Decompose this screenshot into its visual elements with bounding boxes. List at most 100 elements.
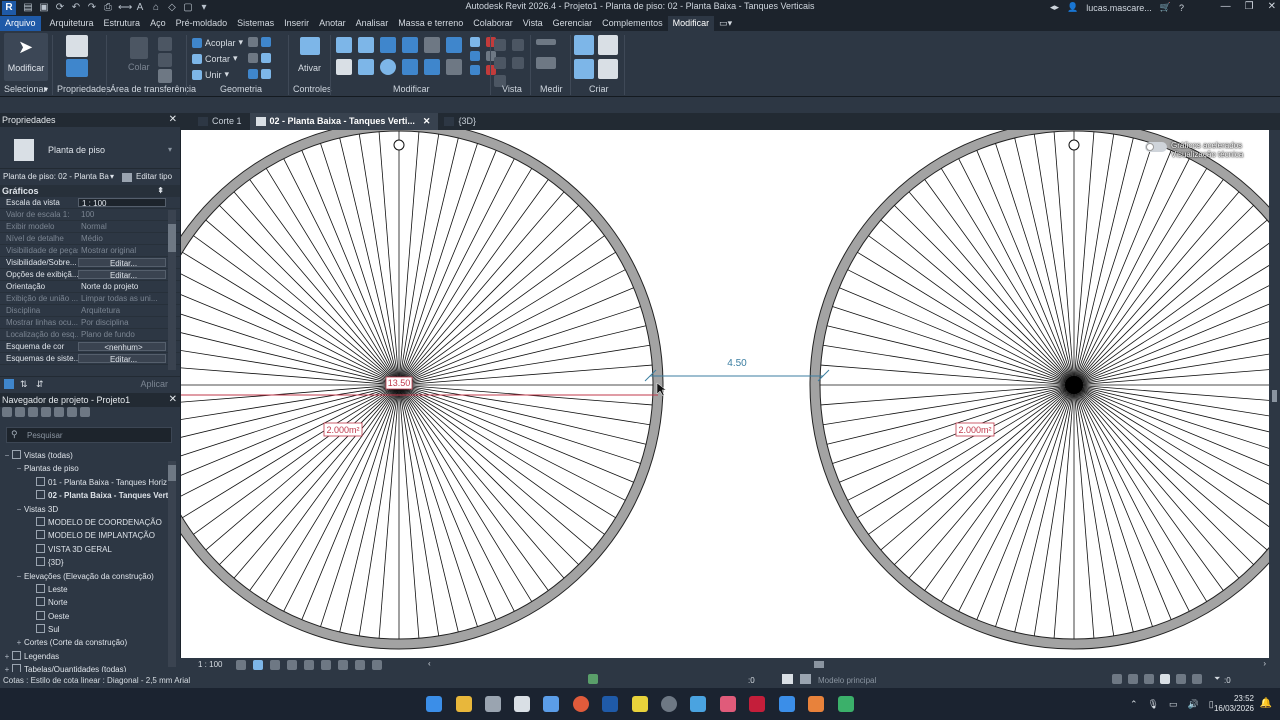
tree-item[interactable]: Oeste — [2, 610, 168, 623]
help-icon[interactable]: ? — [1179, 3, 1184, 13]
mirror-axis-icon[interactable] — [380, 37, 396, 53]
menu-item-12[interactable]: Gerenciar — [548, 16, 598, 31]
background-process-icon[interactable] — [1192, 674, 1202, 684]
menu-item-3[interactable]: Aço — [145, 16, 171, 31]
canvas-vertical-scrollbar[interactable] — [1269, 130, 1280, 658]
browser-family-icon[interactable] — [54, 407, 64, 417]
menu-item-9[interactable]: Massa e terreno — [393, 16, 468, 31]
browser-links-icon[interactable] — [80, 407, 90, 417]
expand-icon[interactable]: + — [2, 650, 12, 663]
tree-item[interactable]: + Legendas — [2, 650, 168, 663]
collapse-icon[interactable]: − — [14, 570, 24, 583]
menu-item-6[interactable]: Inserir — [279, 16, 314, 31]
browser-close-icon[interactable]: ✕ — [169, 393, 177, 407]
apply-button[interactable]: Aplicar — [140, 379, 168, 389]
search-input[interactable]: ⚲ Pesquisar — [6, 427, 172, 443]
tree-item[interactable]: + Cortes (Corte da construção) — [2, 636, 168, 649]
collapse-icon[interactable]: − — [14, 462, 24, 475]
user-name[interactable]: lucas.mascare... — [1086, 3, 1152, 13]
contextual-tab-dropdown-icon[interactable]: ▭▾ — [714, 16, 737, 31]
geometry-tools-1[interactable] — [248, 37, 271, 47]
vscode-icon[interactable] — [543, 696, 559, 712]
property-edit-button[interactable]: Editar... — [78, 270, 166, 279]
acrobat-icon[interactable] — [749, 696, 765, 712]
tank-right-vent-icon[interactable] — [1068, 139, 1080, 151]
tab-close-icon[interactable]: ✕ — [423, 113, 431, 130]
drag-elements-icon[interactable] — [1176, 674, 1186, 684]
explorer-icon[interactable] — [456, 696, 472, 712]
tree-item[interactable]: 02 - Planta Baixa - Tanques Verti — [2, 489, 171, 502]
network-icon[interactable]: ▭ — [1169, 699, 1178, 710]
create-group-icon[interactable] — [574, 59, 594, 79]
browser-view-icon[interactable] — [15, 407, 25, 417]
expand-icon[interactable]: + — [14, 636, 24, 649]
rotate-icon[interactable] — [380, 59, 396, 75]
pin-icon[interactable] — [446, 59, 462, 75]
active-model[interactable]: Modelo principal — [818, 676, 876, 685]
sketch-app-icon[interactable] — [779, 696, 795, 712]
start-icon[interactable] — [426, 696, 442, 712]
properties-close-icon[interactable]: ✕ — [169, 113, 177, 127]
visual-style-icon[interactable] — [253, 660, 263, 670]
cart-icon[interactable]: 🛒 — [1160, 2, 1171, 13]
scroll-left-icon[interactable]: ‹ — [428, 659, 431, 668]
geometry-tools-3[interactable] — [248, 69, 271, 79]
tree-item[interactable]: 01 - Planta Baixa - Tanques Horiz — [2, 476, 168, 489]
view-scale[interactable]: 1 : 100 — [198, 660, 222, 669]
area-label-left[interactable]: 2.000m² — [326, 425, 359, 435]
trim-icon[interactable] — [402, 59, 418, 75]
battery-icon[interactable]: ▯ — [1209, 699, 1214, 710]
menu-item-8[interactable]: Analisar — [351, 16, 394, 31]
tank-right[interactable] — [809, 130, 1269, 650]
filter-icon[interactable]: ⏷ — [1214, 674, 1220, 684]
paste-button[interactable]: Colar — [128, 37, 150, 72]
dimension-icon[interactable] — [536, 57, 556, 69]
copy-element-icon[interactable] — [358, 59, 374, 75]
view-tab-2[interactable]: {3D} — [438, 113, 484, 130]
split-icon[interactable] — [424, 37, 440, 53]
design-options-icon[interactable] — [782, 674, 793, 684]
match-properties[interactable] — [158, 69, 172, 83]
tree-item[interactable]: VISTA 3D GERAL — [2, 543, 168, 556]
selecionar-dropdown-icon[interactable]: ▾ — [44, 85, 48, 94]
create-similar-icon[interactable] — [598, 59, 618, 79]
browser-home-icon[interactable] — [2, 407, 12, 417]
ativar-button[interactable]: Ativar — [298, 37, 321, 73]
tree-item[interactable]: MODELO DE COORDENAÇÃO — [2, 516, 168, 529]
properties-scrollbar[interactable] — [168, 210, 176, 370]
collapse-icon[interactable]: − — [14, 503, 24, 516]
user-icon[interactable]: 👤 — [1067, 2, 1078, 13]
property-edit-button[interactable]: Editar... — [78, 354, 166, 363]
mirror-draw-icon[interactable] — [402, 37, 418, 53]
create-assembly-icon[interactable] — [574, 35, 594, 55]
modify-button[interactable]: ➤ Modificar — [4, 33, 48, 81]
crop-view-icon[interactable] — [304, 660, 314, 670]
hide-icon[interactable] — [494, 39, 506, 51]
tank-left[interactable] — [181, 130, 664, 650]
menu-item-11[interactable]: Vista — [518, 16, 548, 31]
canvas-scroll-thumb[interactable] — [1272, 390, 1277, 402]
sun-path-icon[interactable] — [270, 660, 280, 670]
view-tab-0[interactable]: Corte 1 — [192, 113, 250, 130]
tree-item[interactable]: Leste — [2, 583, 168, 596]
select-underlay-icon[interactable] — [1128, 674, 1138, 684]
music-icon[interactable] — [720, 696, 736, 712]
property-edit-button[interactable]: <nenhum> — [78, 342, 166, 351]
tree-item[interactable]: − Vistas (todas) — [2, 449, 168, 462]
revit-taskbar-icon[interactable] — [602, 696, 618, 712]
select-pinned-icon[interactable] — [1144, 674, 1154, 684]
tree-item[interactable]: − Elevações (Elevação da construção) — [2, 570, 168, 583]
selector-dropdown-icon[interactable]: ▾ — [110, 169, 114, 185]
browser-sheet-icon[interactable] — [28, 407, 38, 417]
override-icon[interactable] — [512, 39, 524, 51]
clock[interactable]: 23:52 16/03/2026 — [1214, 694, 1254, 714]
area-label-right[interactable]: 2.000m² — [958, 425, 991, 435]
instance-selector[interactable]: Planta de piso: 02 - Planta Ba — [3, 169, 109, 185]
menu-item-7[interactable]: Anotar — [314, 16, 351, 31]
canvas-horizontal-thumb[interactable] — [814, 661, 824, 668]
temp-hide-icon[interactable] — [355, 660, 365, 670]
bulb-app-icon[interactable] — [632, 696, 648, 712]
acoplar-button[interactable]: Acoplar ▾ — [192, 37, 243, 48]
collapse-icon[interactable]: − — [2, 449, 12, 462]
mic-icon[interactable]: 🎙 — [1148, 699, 1159, 710]
